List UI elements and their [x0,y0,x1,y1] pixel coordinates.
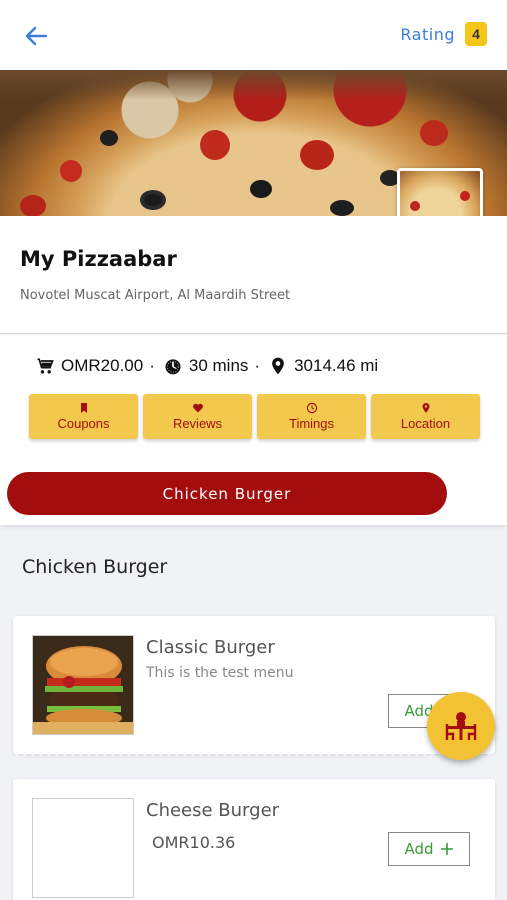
section-title: Chicken Burger [22,556,168,578]
location-pin-icon [422,403,429,413]
rating-badge: 4 [465,22,487,46]
restaurant-name: My Pizzaabar [20,247,177,271]
plus-icon [440,843,453,855]
reviews-label: Reviews [172,416,223,431]
location-pin-icon [272,357,284,375]
location-button[interactable]: Location [371,394,480,439]
restaurant-meta-panel: OMR20.00 · 30 mins · 3014.46 mi Coupons … [0,335,507,525]
clock-icon [306,402,317,414]
add-to-cart-button[interactable]: Add [388,832,470,866]
item-price: OMR10.36 [152,833,236,852]
bookmark-icon [80,403,87,413]
action-buttons: Coupons Reviews Timings Location [29,394,480,439]
burger-image [33,636,133,734]
table-booking-fab[interactable] [427,692,495,760]
restaurant-address: Novotel Muscat Airport, Al Maardih Stree… [20,288,291,303]
menu-item-card[interactable]: Classic Burger This is the test menu Add [13,616,495,756]
min-order-value: OMR20.00 [61,356,144,375]
top-bar: Rating 4 [0,0,507,70]
reviews-button[interactable]: Reviews [143,394,252,439]
coupons-label: Coupons [57,416,110,431]
item-name: Classic Burger [146,637,275,658]
add-label: Add [404,840,434,858]
delivery-time-value: 30 mins [188,356,249,375]
card-divider [13,752,495,756]
separator: · [254,356,261,375]
rating[interactable]: Rating 4 [400,22,487,46]
item-name: Cheese Burger [146,800,280,821]
separator: · [149,356,155,375]
cart-icon [37,358,54,374]
timings-label: Timings [288,416,335,431]
restaurant-meta: OMR20.00 · 30 mins · 3014.46 mi [35,356,378,376]
coupons-button[interactable]: Coupons [29,394,138,439]
restaurant-info: My Pizzaabar Novotel Muscat Airport, Al … [0,216,507,334]
classic-burger-image [32,635,134,735]
back-arrow-icon[interactable] [22,22,50,50]
cheese-burger-image [32,798,134,898]
item-description: This is the test menu [146,665,294,681]
menu-item-card[interactable]: Cheese Burger OMR10.36 Add [13,779,495,900]
stopwatch-icon [165,359,181,375]
timings-button[interactable]: Timings [257,394,366,439]
distance-value: 3014.46 mi [294,356,379,375]
location-label: Location [400,416,451,431]
table-dining-icon [445,712,477,740]
heart-icon [192,403,203,413]
rating-label: Rating [400,24,455,44]
category-button[interactable]: Chicken Burger [7,472,447,515]
